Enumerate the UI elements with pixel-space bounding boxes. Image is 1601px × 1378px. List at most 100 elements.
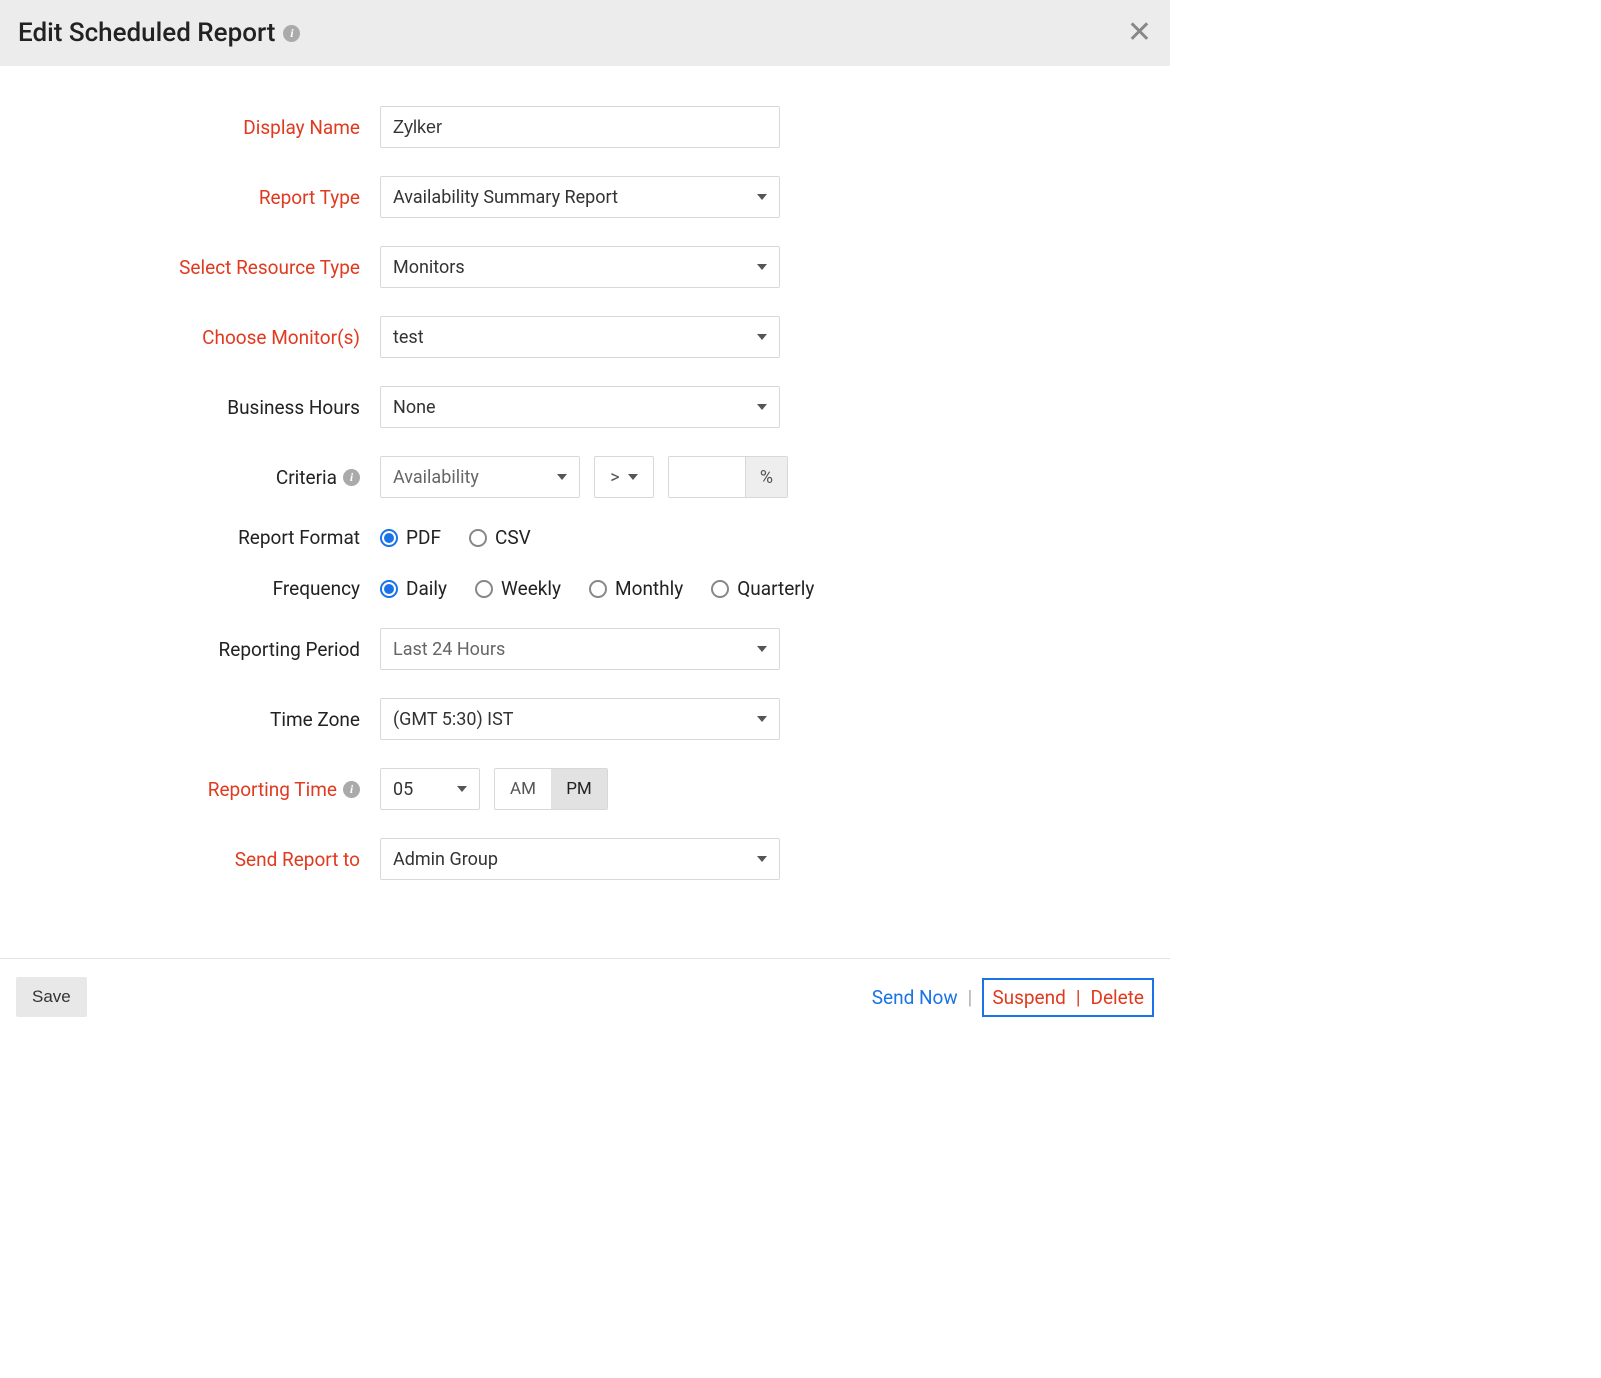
label-send-to: Send Report to bbox=[0, 848, 380, 871]
choose-monitors-select[interactable]: test bbox=[380, 316, 780, 358]
reporting-period-value: Last 24 Hours bbox=[393, 639, 505, 660]
radio-icon bbox=[475, 580, 493, 598]
time-zone-select[interactable]: (GMT 5:30) IST bbox=[380, 698, 780, 740]
reporting-period-select[interactable]: Last 24 Hours bbox=[380, 628, 780, 670]
time-zone-value: (GMT 5:30) IST bbox=[393, 709, 514, 730]
radio-icon bbox=[711, 580, 729, 598]
business-hours-select[interactable]: None bbox=[380, 386, 780, 428]
delete-link[interactable]: Delete bbox=[1090, 986, 1144, 1009]
label-reporting-time: Reporting Time i bbox=[0, 778, 380, 801]
label-frequency: Frequency bbox=[0, 577, 380, 600]
row-time-zone: Time Zone (GMT 5:30) IST bbox=[0, 698, 1170, 740]
display-name-input[interactable] bbox=[380, 106, 780, 148]
label-criteria: Criteria i bbox=[0, 466, 380, 489]
business-hours-value: None bbox=[393, 397, 436, 418]
chevron-down-icon bbox=[757, 856, 767, 862]
info-icon[interactable]: i bbox=[283, 25, 300, 42]
close-icon[interactable]: ✕ bbox=[1127, 18, 1152, 48]
chevron-down-icon bbox=[757, 264, 767, 270]
criteria-unit: % bbox=[745, 457, 787, 497]
radio-icon bbox=[380, 529, 398, 547]
chevron-down-icon bbox=[757, 404, 767, 410]
reporting-hour-value: 05 bbox=[393, 779, 413, 800]
pm-button[interactable]: PM bbox=[551, 769, 607, 809]
info-icon[interactable]: i bbox=[343, 469, 360, 486]
danger-actions: Suspend | Delete bbox=[982, 978, 1154, 1017]
frequency-monthly-radio[interactable]: Monthly bbox=[589, 577, 683, 600]
am-button[interactable]: AM bbox=[495, 769, 551, 809]
format-pdf-label: PDF bbox=[406, 526, 441, 549]
row-report-format: Report Format PDF CSV bbox=[0, 526, 1170, 549]
dialog: Edit Scheduled Report i ✕ Display Name R… bbox=[0, 0, 1170, 1035]
label-report-format: Report Format bbox=[0, 526, 380, 549]
save-button[interactable]: Save bbox=[16, 977, 87, 1017]
report-format-group: PDF CSV bbox=[380, 526, 531, 549]
radio-icon bbox=[380, 580, 398, 598]
chevron-down-icon bbox=[628, 474, 638, 480]
separator: | bbox=[968, 986, 973, 1009]
label-time-zone: Time Zone bbox=[0, 708, 380, 731]
row-display-name: Display Name bbox=[0, 106, 1170, 148]
format-csv-radio[interactable]: CSV bbox=[469, 526, 531, 549]
criteria-operator-value: > bbox=[610, 467, 619, 488]
dialog-title-wrap: Edit Scheduled Report i bbox=[18, 18, 300, 48]
criteria-value-input[interactable] bbox=[669, 457, 745, 497]
send-to-value: Admin Group bbox=[393, 849, 498, 870]
report-type-select[interactable]: Availability Summary Report bbox=[380, 176, 780, 218]
label-criteria-text: Criteria bbox=[276, 466, 337, 489]
resource-type-value: Monitors bbox=[393, 257, 465, 278]
chevron-down-icon bbox=[557, 474, 567, 480]
dialog-title: Edit Scheduled Report bbox=[18, 18, 275, 48]
criteria-metric-value: Availability bbox=[393, 467, 479, 488]
row-report-type: Report Type Availability Summary Report bbox=[0, 176, 1170, 218]
frequency-daily-label: Daily bbox=[406, 577, 447, 600]
ampm-toggle: AM PM bbox=[494, 768, 608, 810]
format-pdf-radio[interactable]: PDF bbox=[380, 526, 441, 549]
chevron-down-icon bbox=[757, 716, 767, 722]
separator: | bbox=[1076, 986, 1081, 1009]
format-csv-label: CSV bbox=[495, 526, 531, 549]
label-reporting-period: Reporting Period bbox=[0, 638, 380, 661]
label-report-type: Report Type bbox=[0, 186, 380, 209]
footer-actions: Send Now | Suspend | Delete bbox=[872, 978, 1154, 1017]
chevron-down-icon bbox=[757, 194, 767, 200]
suspend-link[interactable]: Suspend bbox=[992, 986, 1066, 1009]
row-resource-type: Select Resource Type Monitors bbox=[0, 246, 1170, 288]
label-display-name: Display Name bbox=[0, 116, 380, 139]
chevron-down-icon bbox=[457, 786, 467, 792]
send-now-link[interactable]: Send Now bbox=[872, 986, 958, 1009]
frequency-daily-radio[interactable]: Daily bbox=[380, 577, 447, 600]
label-business-hours: Business Hours bbox=[0, 396, 380, 419]
radio-icon bbox=[589, 580, 607, 598]
frequency-quarterly-label: Quarterly bbox=[737, 577, 814, 600]
row-frequency: Frequency Daily Weekly Monthly bbox=[0, 577, 1170, 600]
report-type-value: Availability Summary Report bbox=[393, 187, 618, 208]
label-resource-type: Select Resource Type bbox=[0, 256, 380, 279]
criteria-metric-select[interactable]: Availability bbox=[380, 456, 580, 498]
dialog-footer: Save Send Now | Suspend | Delete bbox=[0, 958, 1170, 1035]
reporting-hour-select[interactable]: 05 bbox=[380, 768, 480, 810]
info-icon[interactable]: i bbox=[343, 781, 360, 798]
choose-monitors-value: test bbox=[393, 327, 424, 348]
send-to-select[interactable]: Admin Group bbox=[380, 838, 780, 880]
row-criteria: Criteria i Availability > % bbox=[0, 456, 1170, 498]
frequency-monthly-label: Monthly bbox=[615, 577, 683, 600]
frequency-weekly-label: Weekly bbox=[501, 577, 561, 600]
row-reporting-time: Reporting Time i 05 AM PM bbox=[0, 768, 1170, 810]
label-reporting-time-text: Reporting Time bbox=[208, 778, 337, 801]
criteria-value-wrap: % bbox=[668, 456, 788, 498]
row-reporting-period: Reporting Period Last 24 Hours bbox=[0, 628, 1170, 670]
frequency-group: Daily Weekly Monthly Quarterly bbox=[380, 577, 814, 600]
dialog-header: Edit Scheduled Report i ✕ bbox=[0, 0, 1170, 66]
row-business-hours: Business Hours None bbox=[0, 386, 1170, 428]
frequency-quarterly-radio[interactable]: Quarterly bbox=[711, 577, 814, 600]
form: Display Name Report Type Availability Su… bbox=[0, 66, 1170, 958]
resource-type-select[interactable]: Monitors bbox=[380, 246, 780, 288]
label-choose-monitors: Choose Monitor(s) bbox=[0, 326, 380, 349]
frequency-weekly-radio[interactable]: Weekly bbox=[475, 577, 561, 600]
criteria-operator-select[interactable]: > bbox=[594, 456, 654, 498]
row-send-to: Send Report to Admin Group bbox=[0, 838, 1170, 880]
chevron-down-icon bbox=[757, 646, 767, 652]
radio-icon bbox=[469, 529, 487, 547]
row-choose-monitors: Choose Monitor(s) test bbox=[0, 316, 1170, 358]
